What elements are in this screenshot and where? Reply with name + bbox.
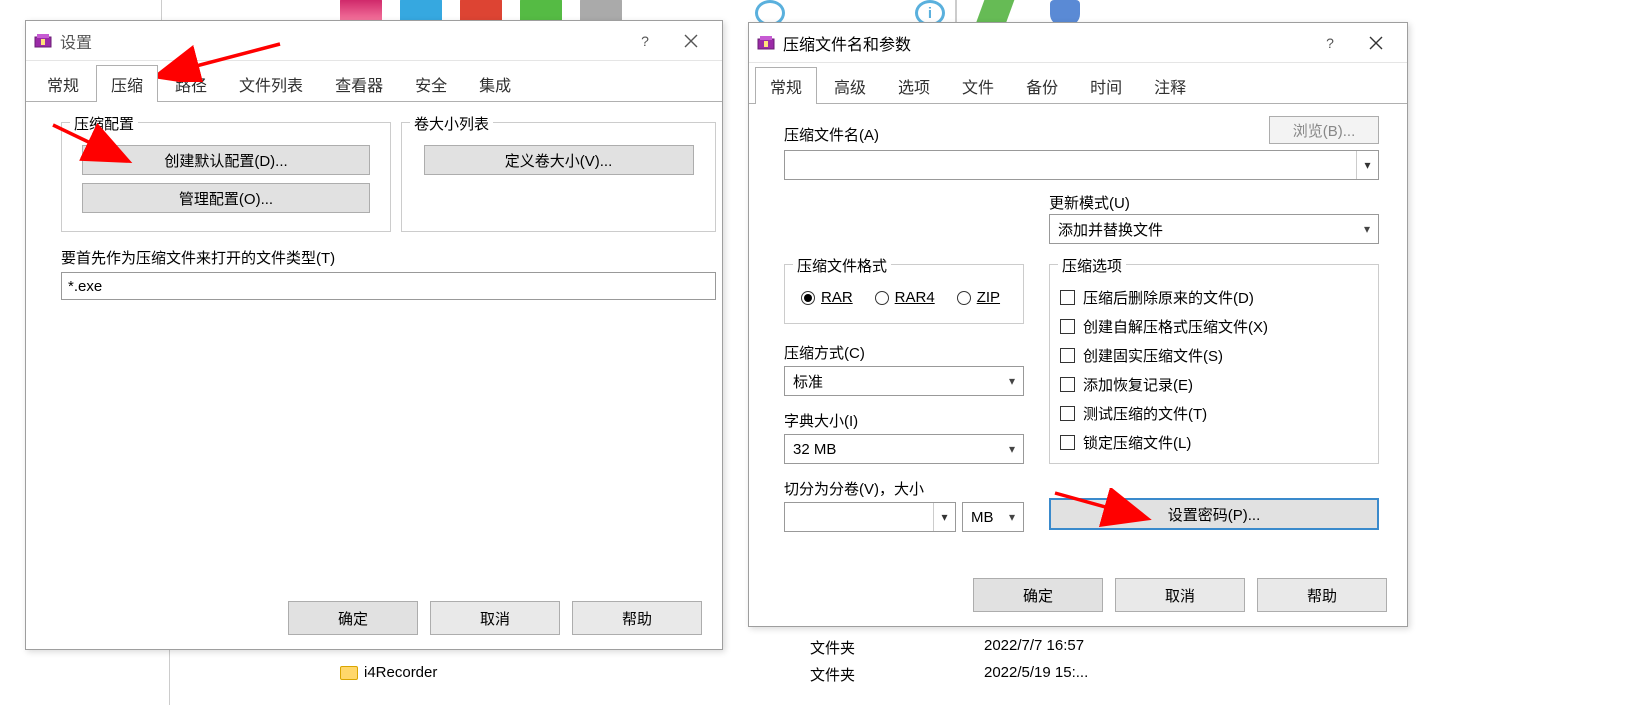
cancel-button[interactable]: 取消 — [430, 601, 560, 635]
chevron-down-icon: ▾ — [1009, 510, 1015, 524]
help-button[interactable]: ? — [1307, 27, 1353, 59]
update-mode-value: 添加并替换文件 — [1058, 219, 1163, 240]
compression-method-select[interactable]: 标准 ▾ — [784, 366, 1024, 396]
archive-dialog-title: 压缩文件名和参数 — [783, 31, 1307, 55]
chevron-down-icon[interactable]: ▾ — [1356, 151, 1378, 179]
close-button[interactable] — [668, 25, 714, 57]
help-footer-button[interactable]: 帮助 — [1257, 578, 1387, 612]
chevron-down-icon[interactable]: ▾ — [933, 503, 955, 531]
chevron-down-icon: ▾ — [1009, 442, 1015, 456]
open-as-archive-label: 要首先作为压缩文件来打开的文件类型(T) — [61, 247, 335, 268]
compress-config-group-label: 压缩配置 — [70, 113, 138, 134]
folder-name: i4Recorder — [364, 664, 437, 681]
tab-files[interactable]: 文件 — [947, 67, 1009, 104]
chevron-down-icon: ▾ — [1009, 374, 1015, 388]
option-lock[interactable]: 锁定压缩文件(L) — [1060, 432, 1368, 453]
cancel-button[interactable]: 取消 — [1115, 578, 1245, 612]
format-group-label: 压缩文件格式 — [793, 255, 891, 276]
split-volume-input[interactable]: ▾ — [784, 502, 956, 532]
winrar-icon — [34, 32, 52, 50]
ok-button[interactable]: 确定 — [973, 578, 1103, 612]
file-row-name: 文件夹 — [810, 664, 855, 685]
help-button[interactable]: ? — [622, 25, 668, 57]
file-row[interactable]: 文件夹 — [810, 637, 855, 658]
settings-title: 设置 — [60, 29, 622, 53]
browse-button[interactable]: 浏览(B)... — [1269, 116, 1379, 144]
manage-config-button[interactable]: 管理配置(O)... — [82, 183, 370, 213]
tab-general[interactable]: 常规 — [755, 67, 817, 104]
tab-options[interactable]: 选项 — [883, 67, 945, 104]
tab-backup[interactable]: 备份 — [1011, 67, 1073, 104]
tab-filelist[interactable]: 文件列表 — [224, 65, 318, 102]
archive-name-input[interactable]: ▾ — [784, 150, 1379, 180]
folder-item[interactable]: i4Recorder — [340, 664, 437, 681]
close-button[interactable] — [1353, 27, 1399, 59]
update-mode-select[interactable]: 添加并替换文件 ▾ — [1049, 214, 1379, 244]
format-radio-rar4[interactable]: RAR4 — [875, 289, 935, 306]
ok-button[interactable]: 确定 — [288, 601, 418, 635]
tab-advanced[interactable]: 高级 — [819, 67, 881, 104]
update-mode-label: 更新模式(U) — [1049, 192, 1130, 213]
option-test[interactable]: 测试压缩的文件(T) — [1060, 403, 1368, 424]
file-row[interactable]: 文件夹 — [810, 664, 855, 685]
tab-general[interactable]: 常规 — [32, 65, 94, 102]
tab-time[interactable]: 时间 — [1075, 67, 1137, 104]
format-radio-rar[interactable]: RAR — [801, 289, 853, 306]
tab-compression[interactable]: 压缩 — [96, 65, 158, 102]
archive-name-label: 压缩文件名(A) — [784, 124, 879, 145]
open-as-archive-input[interactable]: *.exe — [61, 272, 716, 300]
create-default-config-button[interactable]: 创建默认配置(D)... — [82, 145, 370, 175]
tab-integration[interactable]: 集成 — [464, 65, 526, 102]
chevron-down-icon: ▾ — [1364, 222, 1370, 236]
compression-method-label: 压缩方式(C) — [784, 342, 865, 363]
option-delete-after[interactable]: 压缩后删除原来的文件(D) — [1060, 287, 1368, 308]
folder-icon — [340, 666, 358, 680]
split-volume-label: 切分为分卷(V)，大小 — [784, 478, 924, 499]
volume-size-group-label: 卷大小列表 — [410, 113, 493, 134]
option-sfx[interactable]: 创建自解压格式压缩文件(X) — [1060, 316, 1368, 337]
compression-method-value: 标准 — [793, 371, 823, 392]
file-row-date: 2022/5/19 15:... — [984, 664, 1088, 681]
file-row-name: 文件夹 — [810, 637, 855, 658]
dictionary-size-select[interactable]: 32 MB ▾ — [784, 434, 1024, 464]
dictionary-size-label: 字典大小(I) — [784, 410, 858, 431]
tab-viewer[interactable]: 查看器 — [320, 65, 398, 102]
split-volume-unit-select[interactable]: MB ▾ — [962, 502, 1024, 532]
option-recovery[interactable]: 添加恢复记录(E) — [1060, 374, 1368, 395]
toolbar-icon[interactable] — [976, 0, 1015, 24]
dictionary-size-value: 32 MB — [793, 441, 836, 458]
options-group-label: 压缩选项 — [1058, 255, 1126, 276]
winrar-icon — [757, 34, 775, 52]
format-radio-zip[interactable]: ZIP — [957, 289, 1000, 306]
tab-security[interactable]: 安全 — [400, 65, 462, 102]
tab-paths[interactable]: 路径 — [160, 65, 222, 102]
set-password-button[interactable]: 设置密码(P)... — [1049, 498, 1379, 530]
option-solid[interactable]: 创建固实压缩文件(S) — [1060, 345, 1368, 366]
help-footer-button[interactable]: 帮助 — [572, 601, 702, 635]
define-volume-size-button[interactable]: 定义卷大小(V)... — [424, 145, 694, 175]
file-row-date: 2022/7/7 16:57 — [984, 637, 1084, 654]
tab-comment[interactable]: 注释 — [1139, 67, 1201, 104]
